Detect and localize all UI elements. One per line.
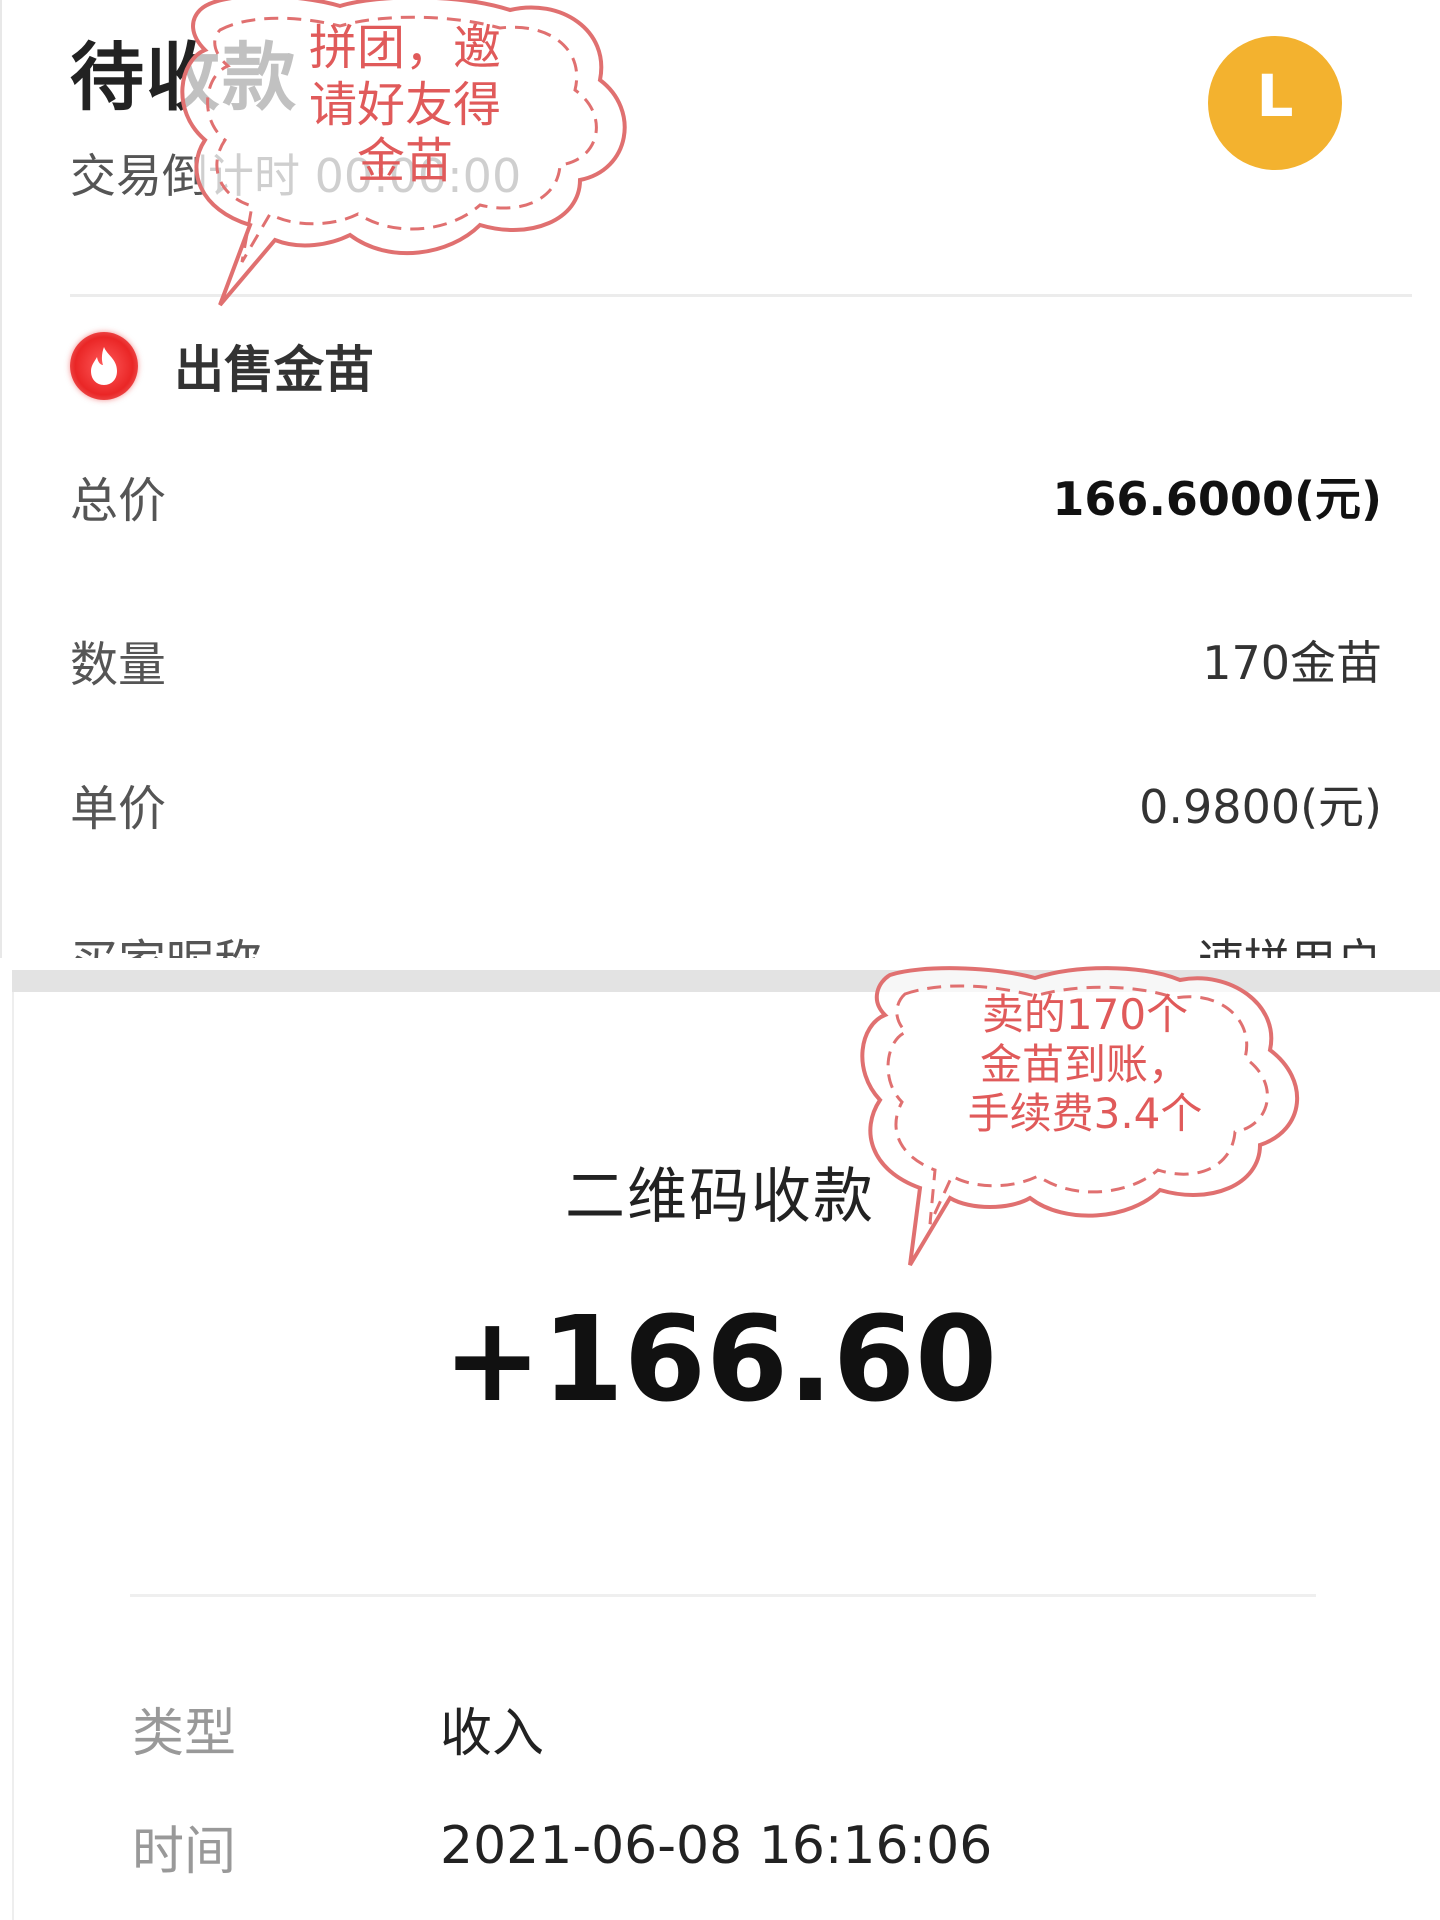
detail-row-type: 类型 收入 — [132, 1688, 544, 1768]
row-label: 单价 — [70, 781, 167, 837]
annotation-text-1: 拼团，邀 请好友得 金苗 — [270, 20, 540, 190]
fire-icon — [70, 332, 138, 400]
annotation-text-2: 卖的170个 金苗到账， 手续费3.4个 — [940, 990, 1230, 1139]
info-row-quantity: 数量 170金苗 — [70, 620, 1382, 700]
row-label: 总价 — [70, 473, 167, 529]
detail-row-time: 时间 2021-06-08 16:16:06 — [132, 1806, 992, 1886]
row-value: 170金苗 — [1202, 636, 1382, 690]
annotation-line: 拼团，邀 — [308, 20, 501, 76]
row-value: 0.9800(元) — [1139, 780, 1382, 834]
info-row-total: 总价 166.6000(元) — [70, 456, 1382, 536]
section-title: 出售金苗 — [174, 341, 374, 399]
detail-label: 时间 — [132, 1821, 237, 1882]
annotation-line: 金苗到账， — [979, 1039, 1190, 1089]
info-row-unit-price: 单价 0.9800(元) — [70, 764, 1382, 844]
annotation-line: 金苗 — [356, 133, 453, 190]
divider — [130, 1594, 1316, 1597]
row-value: 速拼用户 — [1198, 925, 1382, 958]
row-value: 166.6000(元) — [1052, 472, 1382, 526]
annotation-line: 手续费3.4个 — [967, 1089, 1203, 1139]
row-label: 买家昵称 — [70, 923, 262, 958]
payment-amount: +166.60 — [442, 1290, 998, 1428]
user-avatar[interactable]: L — [1208, 36, 1342, 170]
annotation-line: 卖的170个 — [981, 990, 1189, 1039]
annotation-line: 请好友得 — [308, 76, 501, 133]
section-header: 出售金苗 — [70, 328, 374, 404]
detail-value: 2021-06-08 16:16:06 — [440, 1816, 993, 1876]
detail-label: 类型 — [132, 1703, 237, 1764]
info-row-buyer: 买家昵称 速拼用户 — [70, 918, 1382, 958]
row-label: 数量 — [70, 637, 167, 693]
detail-value: 收入 — [440, 1703, 545, 1764]
